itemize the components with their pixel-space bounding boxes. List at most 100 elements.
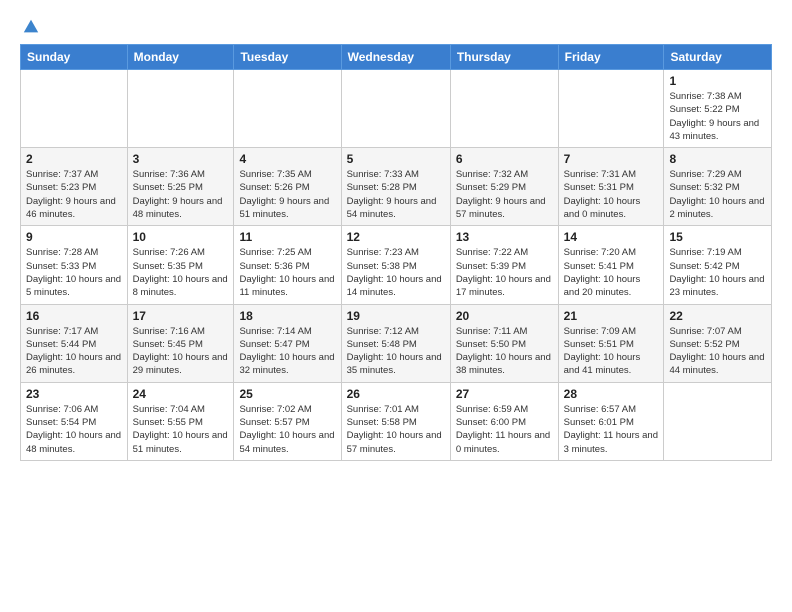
- weekday-header-tuesday: Tuesday: [234, 45, 341, 70]
- day-info: Sunrise: 7:20 AMSunset: 5:41 PMDaylight:…: [564, 246, 659, 299]
- weekday-header-saturday: Saturday: [664, 45, 772, 70]
- day-number: 3: [133, 152, 229, 166]
- logo: [20, 20, 40, 34]
- calendar-row-3: 9 Sunrise: 7:28 AMSunset: 5:33 PMDaylight…: [21, 226, 772, 304]
- day-info: Sunrise: 7:11 AMSunset: 5:50 PMDaylight:…: [456, 325, 553, 378]
- calendar-cell: 14 Sunrise: 7:20 AMSunset: 5:41 PMDayligh…: [558, 226, 664, 304]
- calendar-cell: 20 Sunrise: 7:11 AMSunset: 5:50 PMDayligh…: [450, 304, 558, 382]
- calendar-cell: [664, 382, 772, 460]
- calendar-cell: 8 Sunrise: 7:29 AMSunset: 5:32 PMDaylight…: [664, 148, 772, 226]
- day-info: Sunrise: 7:25 AMSunset: 5:36 PMDaylight:…: [239, 246, 335, 299]
- calendar-cell: 4 Sunrise: 7:35 AMSunset: 5:26 PMDaylight…: [234, 148, 341, 226]
- calendar-cell: 1 Sunrise: 7:38 AMSunset: 5:22 PMDaylight…: [664, 70, 772, 148]
- calendar-cell: 5 Sunrise: 7:33 AMSunset: 5:28 PMDaylight…: [341, 148, 450, 226]
- day-number: 4: [239, 152, 335, 166]
- day-info: Sunrise: 7:38 AMSunset: 5:22 PMDaylight:…: [669, 90, 766, 143]
- day-info: Sunrise: 7:19 AMSunset: 5:42 PMDaylight:…: [669, 246, 766, 299]
- day-info: Sunrise: 7:31 AMSunset: 5:31 PMDaylight:…: [564, 168, 659, 221]
- day-number: 9: [26, 230, 122, 244]
- day-number: 14: [564, 230, 659, 244]
- day-number: 19: [347, 309, 445, 323]
- day-info: Sunrise: 7:29 AMSunset: 5:32 PMDaylight:…: [669, 168, 766, 221]
- day-info: Sunrise: 7:09 AMSunset: 5:51 PMDaylight:…: [564, 325, 659, 378]
- calendar-cell: 2 Sunrise: 7:37 AMSunset: 5:23 PMDaylight…: [21, 148, 128, 226]
- calendar-cell: [127, 70, 234, 148]
- day-info: Sunrise: 7:32 AMSunset: 5:29 PMDaylight:…: [456, 168, 553, 221]
- calendar-cell: 21 Sunrise: 7:09 AMSunset: 5:51 PMDayligh…: [558, 304, 664, 382]
- day-info: Sunrise: 7:26 AMSunset: 5:35 PMDaylight:…: [133, 246, 229, 299]
- calendar-cell: 24Sunrise: 7:04 AMSunset: 5:55 PMDayligh…: [127, 382, 234, 460]
- day-number: 12: [347, 230, 445, 244]
- logo-icon: [22, 18, 40, 36]
- day-number: 17: [133, 309, 229, 323]
- day-info: Sunrise: 7:01 AMSunset: 5:58 PMDaylight:…: [347, 403, 445, 456]
- weekday-header-monday: Monday: [127, 45, 234, 70]
- calendar-cell: 25 Sunrise: 7:02 AMSunset: 5:57 PMDayligh…: [234, 382, 341, 460]
- day-number: 25: [239, 387, 335, 401]
- calendar-cell: 13 Sunrise: 7:22 AMSunset: 5:39 PMDayligh…: [450, 226, 558, 304]
- calendar-cell: 3 Sunrise: 7:36 AMSunset: 5:25 PMDaylight…: [127, 148, 234, 226]
- calendar-cell: 16 Sunrise: 7:17 AMSunset: 5:44 PMDayligh…: [21, 304, 128, 382]
- calendar-cell: 28 Sunrise: 6:57 AMSunset: 6:01 PMDayligh…: [558, 382, 664, 460]
- calendar-cell: 27 Sunrise: 6:59 AMSunset: 6:00 PMDayligh…: [450, 382, 558, 460]
- day-info: Sunrise: 7:14 AMSunset: 5:47 PMDaylight:…: [239, 325, 335, 378]
- calendar-row-4: 16 Sunrise: 7:17 AMSunset: 5:44 PMDayligh…: [21, 304, 772, 382]
- calendar-cell: 11 Sunrise: 7:25 AMSunset: 5:36 PMDayligh…: [234, 226, 341, 304]
- logo-text: [20, 20, 40, 34]
- day-number: 22: [669, 309, 766, 323]
- day-info: Sunrise: 7:35 AMSunset: 5:26 PMDaylight:…: [239, 168, 335, 221]
- day-number: 16: [26, 309, 122, 323]
- day-number: 13: [456, 230, 553, 244]
- day-number: 10: [133, 230, 229, 244]
- day-number: 21: [564, 309, 659, 323]
- calendar-cell: 26Sunrise: 7:01 AMSunset: 5:58 PMDayligh…: [341, 382, 450, 460]
- day-info: Sunrise: 7:04 AMSunset: 5:55 PMDaylight:…: [133, 403, 229, 456]
- day-number: 1: [669, 74, 766, 88]
- weekday-header-wednesday: Wednesday: [341, 45, 450, 70]
- day-info: Sunrise: 7:17 AMSunset: 5:44 PMDaylight:…: [26, 325, 122, 378]
- day-info: Sunrise: 7:07 AMSunset: 5:52 PMDaylight:…: [669, 325, 766, 378]
- day-number: 6: [456, 152, 553, 166]
- day-number: 27: [456, 387, 553, 401]
- day-number: 2: [26, 152, 122, 166]
- day-number: 11: [239, 230, 335, 244]
- weekday-header-row: SundayMondayTuesdayWednesdayThursdayFrid…: [21, 45, 772, 70]
- day-info: Sunrise: 7:02 AMSunset: 5:57 PMDaylight:…: [239, 403, 335, 456]
- calendar-cell: 19 Sunrise: 7:12 AMSunset: 5:48 PMDayligh…: [341, 304, 450, 382]
- calendar-cell: 12 Sunrise: 7:23 AMSunset: 5:38 PMDayligh…: [341, 226, 450, 304]
- calendar-cell: [558, 70, 664, 148]
- calendar-cell: 17 Sunrise: 7:16 AMSunset: 5:45 PMDayligh…: [127, 304, 234, 382]
- weekday-header-sunday: Sunday: [21, 45, 128, 70]
- weekday-header-thursday: Thursday: [450, 45, 558, 70]
- day-info: Sunrise: 6:57 AMSunset: 6:01 PMDaylight:…: [564, 403, 659, 456]
- day-number: 5: [347, 152, 445, 166]
- calendar-cell: 6 Sunrise: 7:32 AMSunset: 5:29 PMDaylight…: [450, 148, 558, 226]
- day-number: 8: [669, 152, 766, 166]
- calendar-row-1: 1 Sunrise: 7:38 AMSunset: 5:22 PMDaylight…: [21, 70, 772, 148]
- day-info: Sunrise: 7:37 AMSunset: 5:23 PMDaylight:…: [26, 168, 122, 221]
- calendar-cell: 23 Sunrise: 7:06 AMSunset: 5:54 PMDayligh…: [21, 382, 128, 460]
- calendar-cell: [341, 70, 450, 148]
- calendar-cell: 10 Sunrise: 7:26 AMSunset: 5:35 PMDayligh…: [127, 226, 234, 304]
- calendar-cell: 22 Sunrise: 7:07 AMSunset: 5:52 PMDayligh…: [664, 304, 772, 382]
- calendar-cell: 15Sunrise: 7:19 AMSunset: 5:42 PMDayligh…: [664, 226, 772, 304]
- day-info: Sunrise: 7:28 AMSunset: 5:33 PMDaylight:…: [26, 246, 122, 299]
- calendar-cell: 9 Sunrise: 7:28 AMSunset: 5:33 PMDaylight…: [21, 226, 128, 304]
- day-info: Sunrise: 7:23 AMSunset: 5:38 PMDaylight:…: [347, 246, 445, 299]
- day-info: Sunrise: 7:12 AMSunset: 5:48 PMDaylight:…: [347, 325, 445, 378]
- day-info: Sunrise: 7:16 AMSunset: 5:45 PMDaylight:…: [133, 325, 229, 378]
- calendar-cell: [450, 70, 558, 148]
- day-number: 18: [239, 309, 335, 323]
- day-number: 20: [456, 309, 553, 323]
- calendar-cell: 18 Sunrise: 7:14 AMSunset: 5:47 PMDayligh…: [234, 304, 341, 382]
- page: SundayMondayTuesdayWednesdayThursdayFrid…: [0, 0, 792, 477]
- day-info: Sunrise: 7:33 AMSunset: 5:28 PMDaylight:…: [347, 168, 445, 221]
- day-info: Sunrise: 6:59 AMSunset: 6:00 PMDaylight:…: [456, 403, 553, 456]
- calendar-cell: 7Sunrise: 7:31 AMSunset: 5:31 PMDaylight…: [558, 148, 664, 226]
- calendar-cell: [234, 70, 341, 148]
- day-info: Sunrise: 7:22 AMSunset: 5:39 PMDaylight:…: [456, 246, 553, 299]
- day-number: 23: [26, 387, 122, 401]
- day-info: Sunrise: 7:06 AMSunset: 5:54 PMDaylight:…: [26, 403, 122, 456]
- day-info: Sunrise: 7:36 AMSunset: 5:25 PMDaylight:…: [133, 168, 229, 221]
- day-number: 28: [564, 387, 659, 401]
